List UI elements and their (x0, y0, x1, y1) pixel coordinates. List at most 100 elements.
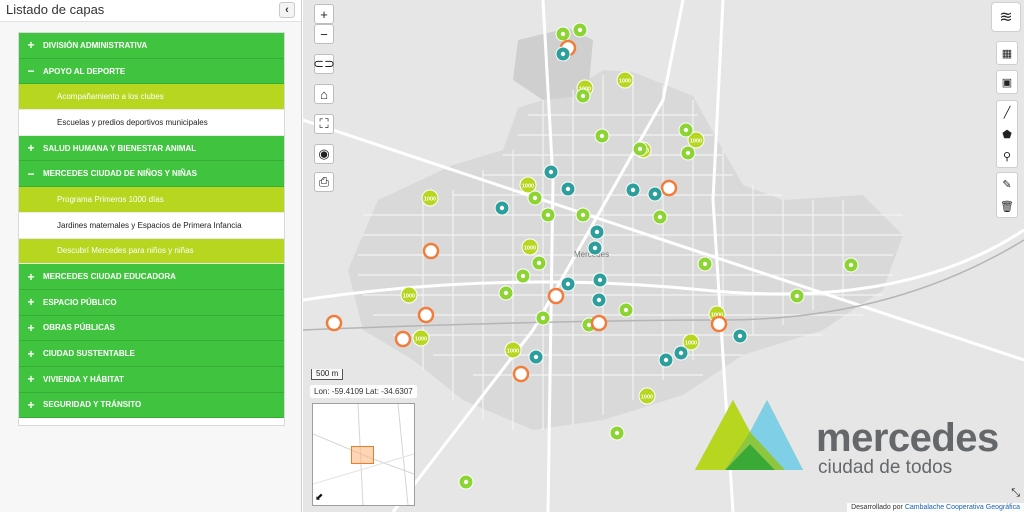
marker-glyph-icon (685, 150, 691, 156)
marker-glyph-icon (560, 51, 566, 57)
layer-group[interactable]: + ESPACIO PÚBLICO (19, 289, 284, 316)
expand-plus-icon[interactable]: + (19, 38, 43, 52)
layer-group[interactable]: + DIVISIÓN ADMINISTRATIVA (19, 33, 284, 59)
marker-glyph-icon (533, 354, 539, 360)
layers-icon: ≋ (999, 9, 1013, 26)
club-marker[interactable] (590, 314, 608, 332)
minimap-toggle-icon[interactable]: ⬋ (315, 492, 323, 503)
marker-glyph-icon (560, 31, 566, 37)
marker-glyph-icon (637, 146, 643, 152)
layer-item-label: Acompañamiento a los clubes (57, 92, 164, 102)
overview-minimap[interactable]: ⬋ (312, 403, 415, 506)
logo-tagline: ciudad de todos (818, 457, 953, 478)
marker-glyph-icon (678, 350, 684, 356)
marker-glyph-icon (499, 205, 505, 211)
marker-glyph-icon (848, 262, 854, 268)
layer-group[interactable]: + OBRAS PÚBLICAS (19, 315, 284, 342)
globe-icon[interactable]: ◉ (314, 144, 334, 164)
legend-button[interactable]: ▣ (996, 70, 1018, 94)
layer-panel: Listado de capas ‹ + DIVISIÓN ADMINISTRAT… (0, 0, 302, 512)
marker-glyph-icon (663, 357, 669, 363)
map-view[interactable]: Mercedes 1000100010001000100010001000100… (303, 0, 1024, 512)
zoom-out-button[interactable]: − (314, 24, 334, 44)
expand-plus-icon[interactable]: + (19, 295, 43, 309)
home-icon[interactable]: ⌂ (314, 84, 334, 104)
layer-item[interactable]: Escuelas y predios deportivos municipale… (19, 110, 284, 136)
table-icon: ▦ (1001, 47, 1013, 60)
program-1000-marker-label: 1000 (619, 79, 631, 85)
layer-item[interactable]: Descubrí Mercedes para niños y niñas (19, 238, 284, 265)
draw-marker-icon[interactable]: ⚲ (997, 145, 1017, 167)
layer-group-label: OBRAS PÚBLICAS (43, 323, 116, 333)
layer-item[interactable]: Jardines maternales y Espacios de Primer… (19, 213, 284, 239)
marker-glyph-icon (463, 479, 469, 485)
expand-plus-icon[interactable]: + (19, 398, 43, 412)
program-1000-marker-label: 1000 (522, 184, 534, 190)
club-marker[interactable] (325, 314, 343, 332)
marker-glyph-icon (623, 307, 629, 313)
layer-group[interactable]: + VIVIENDA Y HÁBITAT (19, 366, 284, 393)
edit-icon[interactable]: ✎ (997, 173, 1017, 195)
minimap-extent-box[interactable] (351, 446, 374, 464)
program-1000-marker-label: 1000 (507, 349, 519, 355)
attribution-link[interactable]: Cambalache Cooperativa Geográfica (905, 504, 1020, 511)
club-marker[interactable] (422, 242, 440, 260)
marker-glyph-icon (503, 290, 509, 296)
program-1000-marker-label: 1000 (415, 337, 427, 343)
logo-wordmark: mercedes (816, 416, 999, 460)
collapse-minus-icon[interactable]: − (19, 167, 43, 181)
marker-glyph-icon (652, 191, 658, 197)
program-1000-marker-label: 1000 (424, 197, 436, 203)
expand-plus-icon[interactable]: + (19, 270, 43, 284)
marker-glyph-icon (737, 333, 743, 339)
collapse-minus-icon[interactable]: − (19, 64, 43, 78)
layer-group[interactable]: + SEGURIDAD Y TRÁNSITO (19, 392, 284, 419)
layer-group-label: DIVISIÓN ADMINISTRATIVA (43, 40, 148, 50)
zoom-in-button[interactable]: + (314, 4, 334, 24)
frame-icon: ▣ (1001, 76, 1013, 89)
marker-glyph-icon (577, 27, 583, 33)
trash-icon[interactable]: 🗑 (997, 195, 1017, 217)
marker-glyph-icon (630, 187, 636, 193)
link-icon[interactable]: ⊂⊃ (313, 54, 335, 74)
program-1000-marker-label: 1000 (641, 395, 653, 401)
chevron-left-icon[interactable]: ‹ (279, 2, 295, 18)
program-1000-marker-label: 1000 (524, 246, 536, 252)
club-marker[interactable] (710, 315, 728, 333)
marker-glyph-icon (683, 127, 689, 133)
marker-glyph-icon (532, 195, 538, 201)
program-1000-marker-label: 1000 (690, 139, 702, 145)
club-marker[interactable] (417, 306, 435, 324)
club-marker[interactable] (512, 365, 530, 383)
club-marker[interactable] (660, 179, 678, 197)
layer-group[interactable]: + SALUD HUMANA Y BIENESTAR ANIMAL (19, 135, 284, 162)
marker-glyph-icon (592, 245, 598, 251)
layer-item[interactable]: Programa Primeros 1000 días (19, 187, 284, 213)
expand-icon[interactable]: ⤡ (1011, 487, 1020, 500)
mercedes-logo (695, 400, 803, 470)
table-button[interactable]: ▦ (996, 41, 1018, 65)
marker-glyph-icon (586, 322, 592, 328)
draw-polygon-icon[interactable]: ⬟ (997, 123, 1017, 145)
layer-item[interactable]: Acompañamiento a los clubes (19, 84, 284, 111)
layer-group-label: MERCEDES CIUDAD EDUCADORA (43, 272, 176, 282)
layer-group[interactable]: + MERCEDES CIUDAD EDUCADORA (19, 264, 284, 290)
edit-toolbar: ✎ 🗑 (996, 172, 1018, 218)
expand-plus-icon[interactable]: + (19, 321, 43, 335)
expand-plus-icon[interactable]: + (19, 141, 43, 155)
print-icon[interactable]: ⎙ (314, 172, 334, 192)
marker-glyph-icon (794, 293, 800, 299)
marker-glyph-icon (565, 186, 571, 192)
layer-group[interactable]: − MERCEDES CIUDAD DE NIÑOS Y NIÑAS (19, 161, 284, 188)
club-marker[interactable] (394, 330, 412, 348)
draw-line-icon[interactable]: ╱ (997, 101, 1017, 123)
expand-plus-icon[interactable]: + (19, 347, 43, 361)
layer-group-label: CIUDAD SUSTENTABLE (43, 349, 135, 359)
club-marker[interactable] (547, 287, 565, 305)
fullscreen-icon[interactable]: ⛶ (314, 114, 334, 134)
marker-glyph-icon (548, 169, 554, 175)
expand-plus-icon[interactable]: + (19, 372, 43, 386)
layer-group[interactable]: − APOYO AL DEPORTE (19, 58, 284, 85)
layers-switcher-icon[interactable]: ≋ (991, 2, 1021, 32)
layer-group[interactable]: + CIUDAD SUSTENTABLE (19, 341, 284, 367)
